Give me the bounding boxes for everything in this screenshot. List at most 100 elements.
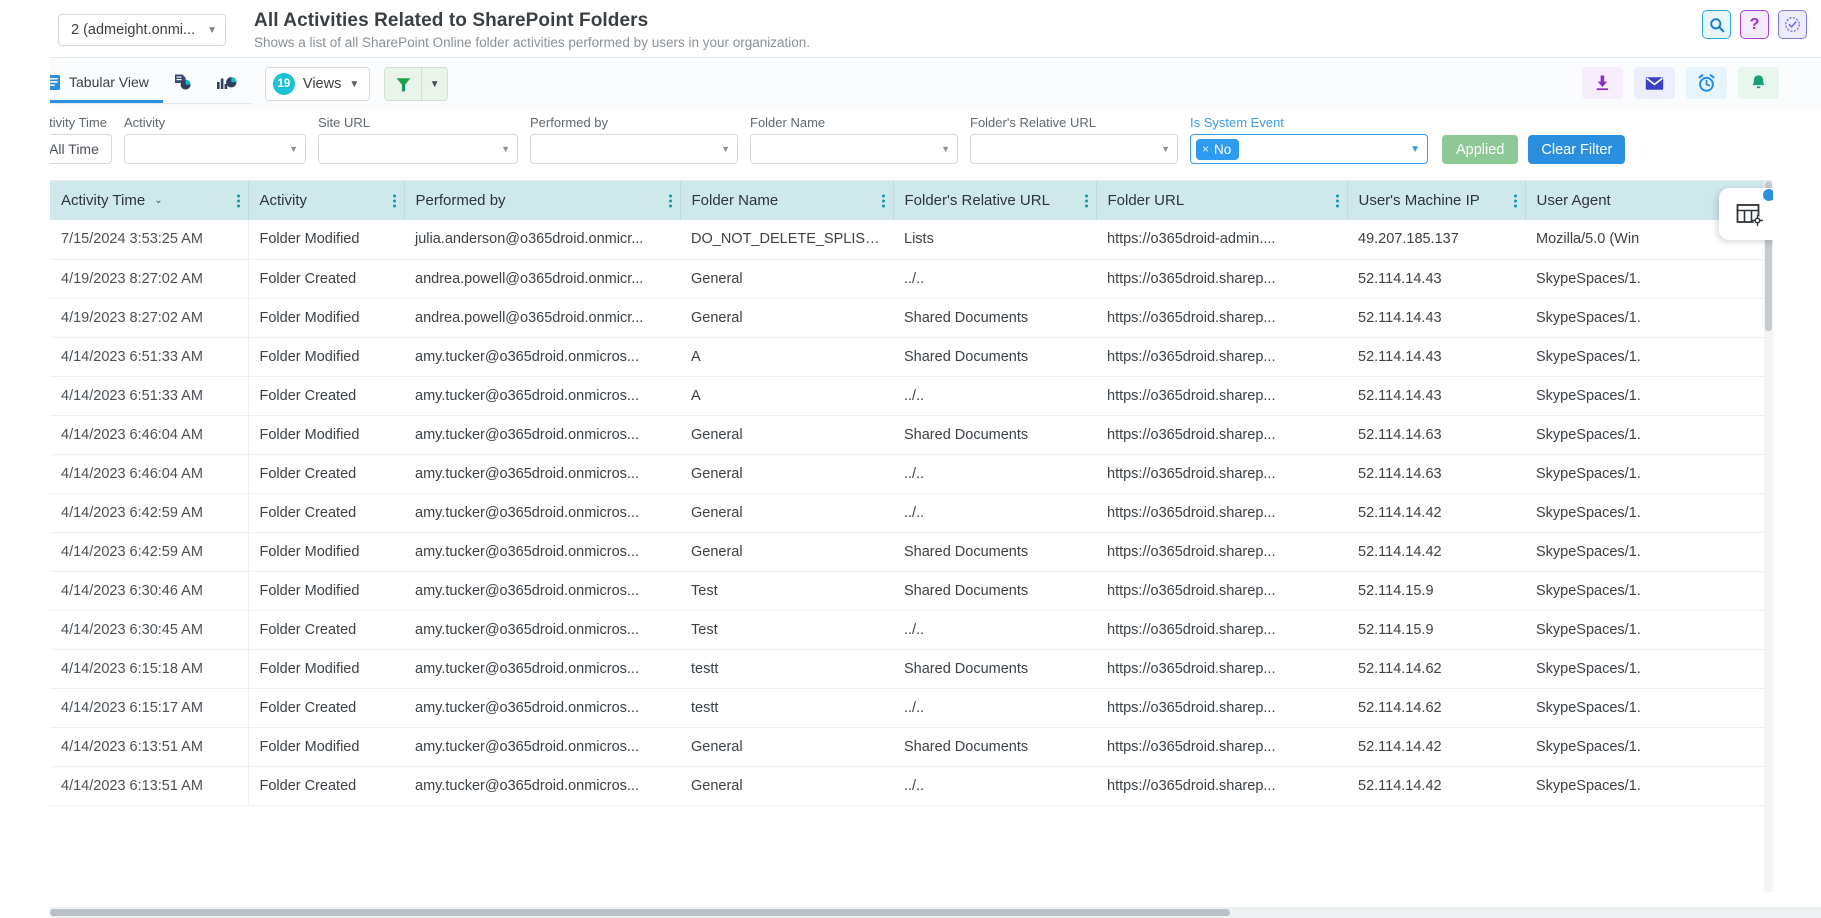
table-row[interactable]: 4/19/2023 8:27:02 AMFolder Createdandrea… — [50, 259, 1773, 298]
cell-performed-by: andrea.powell@o365droid.onmicr... — [404, 259, 680, 298]
table-row[interactable]: 4/14/2023 6:13:51 AMFolder Modifiedamy.t… — [50, 727, 1773, 766]
tab-chart-view[interactable] — [206, 64, 251, 103]
cell-user-agent: SkypeSpaces/1. — [1525, 532, 1773, 571]
table-row[interactable]: 4/14/2023 6:51:33 AMFolder Modifiedamy.t… — [50, 337, 1773, 376]
tab-tabular-view[interactable]: Tabular View — [36, 64, 163, 103]
column-menu-icon[interactable] — [1514, 192, 1518, 209]
chevron-down-icon: ▼ — [941, 144, 950, 154]
filter-button[interactable] — [385, 68, 421, 100]
horizontal-scrollbar[interactable] — [50, 907, 1821, 918]
chevron-down-icon: ▼ — [501, 144, 510, 154]
table-settings-button[interactable] — [1719, 188, 1773, 240]
schedule-button[interactable] — [1686, 67, 1727, 99]
cell-activity: Folder Created — [248, 688, 404, 727]
check-circle-icon — [1784, 16, 1801, 33]
folder-name-select[interactable]: ▼ — [750, 134, 958, 164]
cell-activity: Folder Created — [248, 766, 404, 805]
performed-by-select[interactable]: ▼ — [530, 134, 738, 164]
organization-selector[interactable]: 2 (admeight.onmi... ▼ — [58, 14, 226, 46]
column-header-activity-time[interactable]: Activity Time⌄ — [50, 181, 248, 220]
column-menu-icon[interactable] — [1336, 192, 1340, 209]
sort-chevron-down-icon[interactable]: ⌄ — [154, 195, 162, 206]
activities-table-container: Activity Time⌄Activity Performed by Folder… — [50, 180, 1773, 892]
cell-activity-time: 7/15/2024 3:53:25 AM — [50, 220, 248, 259]
cell-user-agent: SkypeSpaces/1. — [1525, 454, 1773, 493]
horizontal-scrollbar-thumb[interactable] — [50, 909, 1230, 916]
chevron-down-icon: ▼ — [207, 25, 217, 36]
cell-activity-time: 4/19/2023 8:27:02 AM — [50, 298, 248, 337]
vertical-scrollbar[interactable] — [1764, 181, 1773, 892]
search-button[interactable] — [1702, 10, 1731, 39]
table-row[interactable]: 4/14/2023 6:13:51 AMFolder Createdamy.tu… — [50, 766, 1773, 805]
views-count-badge: 19 — [273, 73, 295, 95]
folder-relative-url-select[interactable]: ▼ — [970, 134, 1178, 164]
alert-button[interactable] — [1738, 67, 1779, 99]
cell-folder-url: https://o365droid.sharep... — [1096, 766, 1347, 805]
column-header-folder-s-relative-url[interactable]: Folder's Relative URL — [893, 181, 1096, 220]
filter-folder-name: Folder Name ▼ — [750, 115, 958, 164]
is-system-event-chip[interactable]: × No — [1196, 139, 1239, 160]
column-menu-icon[interactable] — [882, 192, 886, 209]
chevron-down-icon: ▼ — [1161, 144, 1170, 154]
cell-folder-name: General — [680, 727, 893, 766]
cell-folder-name: testt — [680, 688, 893, 727]
clear-filter-button[interactable]: Clear Filter — [1528, 135, 1625, 164]
table-row[interactable]: 7/15/2024 3:53:25 AMFolder Modifiedjulia… — [50, 220, 1773, 259]
table-row[interactable]: 4/14/2023 6:30:46 AMFolder Modifiedamy.t… — [50, 571, 1773, 610]
table-row[interactable]: 4/14/2023 6:15:17 AMFolder Createdamy.tu… — [50, 688, 1773, 727]
download-button[interactable] — [1582, 67, 1623, 99]
cell-activity-time: 4/19/2023 8:27:02 AM — [50, 259, 248, 298]
cell-user-s-machine-ip: 52.114.14.42 — [1347, 727, 1525, 766]
cell-folder-url: https://o365droid.sharep... — [1096, 688, 1347, 727]
is-system-event-select[interactable]: × No ▼ — [1190, 134, 1428, 164]
table-header-row: Activity Time⌄Activity Performed by Folder… — [50, 181, 1773, 220]
cell-user-agent: SkypeSpaces/1. — [1525, 259, 1773, 298]
cell-activity-time: 4/14/2023 6:13:51 AM — [50, 766, 248, 805]
site-url-select[interactable]: ▼ — [318, 134, 518, 164]
column-header-activity[interactable]: Activity — [248, 181, 404, 220]
table-row[interactable]: 4/14/2023 6:51:33 AMFolder Createdamy.tu… — [50, 376, 1773, 415]
cell-user-agent: SkypeSpaces/1. — [1525, 766, 1773, 805]
task-status-button[interactable] — [1778, 10, 1807, 39]
views-button[interactable]: 19 Views ▼ — [265, 67, 370, 101]
table-row[interactable]: 4/14/2023 6:42:59 AMFolder Modifiedamy.t… — [50, 532, 1773, 571]
table-row[interactable]: 4/19/2023 8:27:02 AMFolder Modifiedandre… — [50, 298, 1773, 337]
applied-button[interactable]: Applied — [1442, 135, 1518, 164]
title-block: All Activities Related to SharePoint Fol… — [254, 10, 810, 52]
chip-remove-icon[interactable]: × — [1202, 142, 1209, 156]
column-header-folder-url[interactable]: Folder URL — [1096, 181, 1347, 220]
cell-folder-url: https://o365droid.sharep... — [1096, 610, 1347, 649]
table-row[interactable]: 4/14/2023 6:30:45 AMFolder Createdamy.tu… — [50, 610, 1773, 649]
activity-select[interactable]: ▼ — [124, 134, 306, 164]
help-button[interactable]: ? — [1740, 10, 1769, 39]
table-row[interactable]: 4/14/2023 6:46:04 AMFolder Modifiedamy.t… — [50, 415, 1773, 454]
cell-activity: Folder Created — [248, 376, 404, 415]
table-row[interactable]: 4/14/2023 6:46:04 AMFolder Createdamy.tu… — [50, 454, 1773, 493]
bar-pie-chart-icon — [216, 73, 237, 91]
cell-user-agent: SkypeSpaces/1. — [1525, 493, 1773, 532]
cell-user-s-machine-ip: 52.114.14.63 — [1347, 454, 1525, 493]
email-button[interactable] — [1634, 67, 1675, 99]
column-header-folder-name[interactable]: Folder Name — [680, 181, 893, 220]
column-header-label: Performed by — [416, 192, 506, 209]
column-menu-icon[interactable] — [1085, 192, 1089, 209]
cell-folder-url: https://o365droid.sharep... — [1096, 571, 1347, 610]
search-icon — [1709, 17, 1725, 33]
table-row[interactable]: 4/14/2023 6:15:18 AMFolder Modifiedamy.t… — [50, 649, 1773, 688]
download-icon — [1594, 74, 1611, 92]
column-menu-icon[interactable] — [669, 192, 673, 209]
table-row[interactable]: 4/14/2023 6:42:59 AMFolder Createdamy.tu… — [50, 493, 1773, 532]
tab-summary-view[interactable] — [163, 64, 206, 103]
cell-folder-s-relative-url: Shared Documents — [893, 649, 1096, 688]
cell-folder-name: A — [680, 337, 893, 376]
column-menu-icon[interactable] — [393, 192, 397, 209]
filter-dropdown-button[interactable]: ▼ — [421, 68, 447, 100]
column-header-performed-by[interactable]: Performed by — [404, 181, 680, 220]
cell-activity: Folder Modified — [248, 298, 404, 337]
cell-folder-name: General — [680, 532, 893, 571]
filter-button-group: ▼ — [384, 67, 448, 101]
column-header-user-s-machine-ip[interactable]: User's Machine IP — [1347, 181, 1525, 220]
cell-activity: Folder Modified — [248, 727, 404, 766]
column-menu-icon[interactable] — [237, 192, 241, 209]
cell-performed-by: amy.tucker@o365droid.onmicros... — [404, 610, 680, 649]
